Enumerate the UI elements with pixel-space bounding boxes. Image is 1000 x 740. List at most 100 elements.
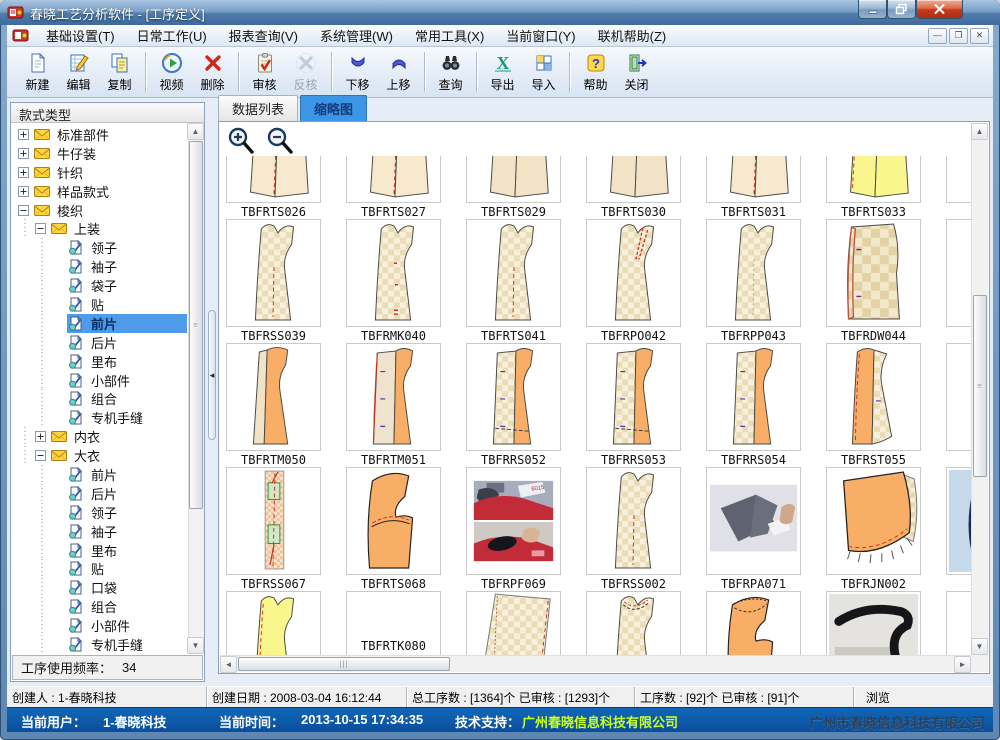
thumbnail-cell-TBFRPO042[interactable]	[586, 219, 681, 327]
tree-item-领子[interactable]: 领子	[11, 503, 187, 522]
thumbnail-cell-TBFRTK080[interactable]: TBFRTK080	[346, 591, 441, 655]
tree-item-row[interactable]: 贴	[67, 559, 187, 578]
tree-item-row[interactable]: 袖子	[67, 522, 187, 541]
thumbnail-cell-TBFRRS052[interactable]	[466, 343, 561, 451]
thumbnail-cell-TBFRDW044[interactable]	[826, 219, 921, 327]
tree-item-组合[interactable]: 组合	[11, 389, 187, 408]
scroll-right-icon[interactable]: ►	[954, 656, 971, 673]
toolbar-button-copy[interactable]: 复制	[99, 50, 140, 95]
toolbar-button-search-binoculars[interactable]: 查询	[430, 50, 471, 95]
thumbnail-cell[interactable]	[946, 467, 971, 575]
toolbar-button-new-document[interactable]: 新建	[17, 50, 58, 95]
tree-item-row[interactable]: 小部件	[67, 616, 187, 635]
expand-toggle-icon[interactable]	[17, 128, 30, 141]
tree-item-row[interactable]: 前片	[67, 465, 187, 484]
tree-item-row[interactable]: 针织	[33, 163, 187, 182]
menu-item-6[interactable]: 联机帮助(Z)	[587, 24, 678, 47]
thumbnail-cell[interactable]	[586, 591, 681, 655]
tree-item-领子[interactable]: 领子	[11, 238, 187, 257]
thumbnail-cell-TBFRPP043[interactable]	[706, 219, 801, 327]
tree-item-row[interactable]: 前片	[67, 314, 187, 333]
tree-item-row[interactable]: 专机手缝	[67, 635, 187, 654]
tree-item-row[interactable]: 领子	[67, 238, 187, 257]
thumbnail-cell-TBFRTS041[interactable]	[466, 219, 561, 327]
close-button[interactable]	[916, 0, 963, 19]
tree-scrollbar[interactable]: ▲ ≡ ▼	[188, 123, 204, 654]
tree-item-组合[interactable]: 组合	[11, 597, 187, 616]
tree-item-前片[interactable]: 前片	[11, 314, 187, 333]
tree-item-row[interactable]: 小部件	[67, 371, 187, 390]
zoom-out-icon[interactable]	[265, 126, 295, 156]
collapse-toggle-icon[interactable]	[17, 204, 30, 217]
tab-data-list[interactable]: 数据列表	[218, 95, 298, 121]
tree-item-贴[interactable]: 贴	[11, 295, 187, 314]
toolbar-button-move-up[interactable]: 上移	[378, 50, 419, 95]
minimize-button[interactable]	[858, 0, 887, 19]
grid-hscroll-thumb[interactable]: |||	[238, 657, 450, 671]
tree-item-row[interactable]: 标准部件	[33, 125, 187, 144]
thumbnail-cell[interactable]	[826, 591, 921, 655]
thumbnail-cell[interactable]	[946, 219, 971, 327]
tree-item-大衣[interactable]: 大衣	[11, 446, 187, 465]
menu-item-0[interactable]: 基础设置(T)	[35, 24, 126, 47]
tree-item-row[interactable]: 贴	[67, 295, 187, 314]
scroll-down-icon[interactable]: ▼	[971, 638, 988, 655]
collapse-toggle-icon[interactable]	[34, 222, 47, 235]
tree-item-row[interactable]: 样品款式	[33, 182, 187, 201]
tree-item-row[interactable]: 内衣	[50, 427, 187, 446]
tree-item-row[interactable]: 大衣	[50, 446, 187, 465]
tree-item-row[interactable]: 领子	[67, 503, 187, 522]
tree-item-row[interactable]: 口袋	[67, 578, 187, 597]
tree-item-贴[interactable]: 贴	[11, 559, 187, 578]
tree-item-row[interactable]: 牛仔装	[33, 144, 187, 163]
tree-item-样品款式[interactable]: 样品款式	[11, 182, 187, 201]
tree-scrollbar-thumb[interactable]: ≡	[189, 141, 203, 509]
thumbnail-cell-TBFRPA071[interactable]	[706, 467, 801, 575]
tree-item-row[interactable]: 梭织	[33, 201, 187, 220]
tree-item-袖子[interactable]: 袖子	[11, 522, 187, 541]
thumbnail-cell-TBFRSS067[interactable]	[226, 467, 321, 575]
scroll-up-icon[interactable]: ▲	[971, 123, 988, 140]
thumbnail-cell-TBFRTS030[interactable]	[586, 156, 681, 203]
toolbar-button-delete[interactable]: 删除	[192, 50, 233, 95]
menu-item-1[interactable]: 日常工作(U)	[126, 24, 218, 47]
thumbnail-cell[interactable]	[226, 591, 321, 655]
thumbnail-cell-TBFRJN002[interactable]	[826, 467, 921, 575]
tree-item-专机手缝[interactable]: 专机手缝	[11, 408, 187, 427]
tree-item-row[interactable]: 袖子	[67, 257, 187, 276]
toolbar-button-edit[interactable]: 编辑	[58, 50, 99, 95]
thumbnail-cell-TBFRSS002[interactable]	[586, 467, 681, 575]
tree-item-row[interactable]: 袋子	[67, 276, 187, 295]
tree-item-row[interactable]: 后片	[67, 484, 187, 503]
thumbnail-cell-TBFRTM050[interactable]	[226, 343, 321, 451]
thumbnail-cell-TBFRST055[interactable]	[826, 343, 921, 451]
scroll-left-icon[interactable]: ◄	[220, 656, 237, 673]
menu-item-4[interactable]: 常用工具(X)	[404, 24, 495, 47]
tree-item-内衣[interactable]: 内衣	[11, 427, 187, 446]
tree-item-前片[interactable]: 前片	[11, 465, 187, 484]
toolbar-button-close-door[interactable]: 关闭	[616, 50, 657, 95]
expand-toggle-icon[interactable]	[17, 166, 30, 179]
mdi-close-button[interactable]: ✕	[970, 28, 989, 44]
grid-horizontal-scrollbar[interactable]: ◄ ||| ►	[220, 655, 971, 672]
tree-item-针织[interactable]: 针织	[11, 163, 187, 182]
panel-splitter[interactable]: ◂	[206, 98, 218, 686]
toolbar-button-export-excel[interactable]: X导出	[482, 50, 523, 95]
tree-item-口袋[interactable]: 口袋	[11, 578, 187, 597]
mdi-restore-button[interactable]: ❐	[949, 28, 968, 44]
collapse-panel-button[interactable]: ◂	[208, 310, 216, 440]
collapse-toggle-icon[interactable]	[34, 449, 47, 462]
tree-item-后片[interactable]: 后片	[11, 484, 187, 503]
tree-item-袖子[interactable]: 袖子	[11, 257, 187, 276]
thumbnail-cell[interactable]	[706, 591, 801, 655]
tab-thumbnails[interactable]: 缩略图	[300, 95, 367, 121]
toolbar-button-audit-check[interactable]: 审核	[244, 50, 285, 95]
toolbar-button-video[interactable]: 视频	[151, 50, 192, 95]
expand-toggle-icon[interactable]	[17, 147, 30, 160]
thumbnail-cell[interactable]	[466, 591, 561, 655]
tree-item-后片[interactable]: 后片	[11, 333, 187, 352]
tree-item-梭织[interactable]: 梭织	[11, 201, 187, 220]
tree-item-row[interactable]: 上装	[50, 219, 187, 238]
grid-vertical-scrollbar[interactable]: ▲ ≡ ▼	[971, 123, 988, 655]
tree-item-row[interactable]: 组合	[67, 389, 187, 408]
